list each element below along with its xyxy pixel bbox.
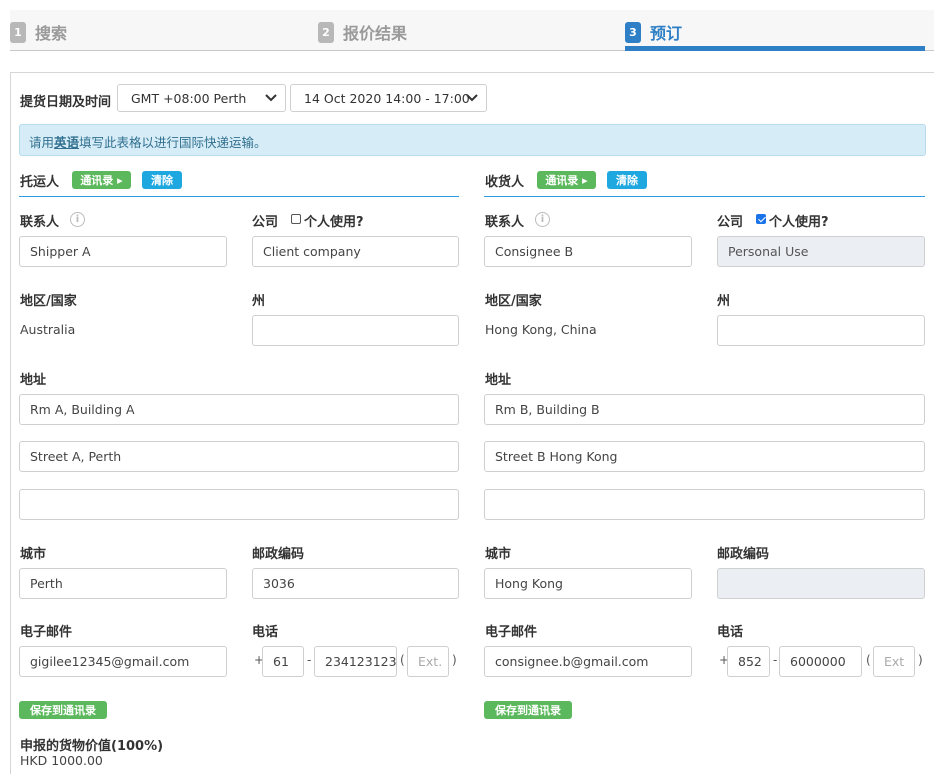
- shipper-address2-input[interactable]: Street A, Perth: [19, 441, 459, 472]
- shipper-contact-input[interactable]: Shipper A: [19, 236, 227, 267]
- progress-steps: 1 搜索 2 报价结果 3 预订: [10, 10, 934, 51]
- shipper-city-input[interactable]: Perth: [19, 568, 227, 599]
- shipper-company-label: 公司: [252, 215, 279, 230]
- shipper-contact-label: 联系人: [20, 215, 60, 230]
- shipper-address1-input[interactable]: Rm A, Building A: [19, 394, 459, 425]
- timezone-value: GMT +08:00 Perth: [131, 90, 247, 106]
- consignee-postal-label: 邮政编码: [717, 547, 770, 562]
- chevron-down-icon: [466, 94, 478, 102]
- shipper-phone-code-input[interactable]: 61: [262, 646, 304, 677]
- consignee-contact-input[interactable]: Consignee B: [484, 236, 692, 267]
- consignee-contact-label: 联系人: [485, 215, 525, 230]
- step-search[interactable]: 1 搜索: [10, 20, 67, 44]
- consignee-region-label: 地区/国家: [485, 294, 542, 309]
- declared-value-label: 申报的货物价值(100%): [20, 739, 164, 754]
- step-label: 搜索: [35, 24, 68, 43]
- consignee-address-label: 地址: [485, 373, 512, 388]
- step-number: 3: [625, 21, 641, 43]
- consignee-address3-input[interactable]: [484, 489, 925, 520]
- shipper-state-label: 州: [252, 294, 266, 309]
- pickup-datetime-select[interactable]: 14 Oct 2020 14:00 - 17:00: [290, 84, 487, 112]
- step-booking[interactable]: 3 预订: [625, 20, 682, 44]
- datetime-value: 14 Oct 2020 14:00 - 17:00: [304, 90, 470, 106]
- shipper-personal-checkbox[interactable]: [291, 214, 301, 224]
- shipper-phone-number-input[interactable]: 234123123: [314, 646, 397, 677]
- consignee-address2-input[interactable]: Street B Hong Kong: [484, 441, 925, 472]
- shipper-clear-button[interactable]: 清除: [142, 171, 182, 189]
- info-icon[interactable]: i: [70, 212, 85, 227]
- shipper-postal-label: 邮政编码: [252, 547, 305, 562]
- phone-dash: -: [307, 653, 312, 667]
- consignee-state-label: 州: [717, 294, 731, 309]
- shipper-save-contact-button[interactable]: 保存到通讯录: [19, 701, 107, 719]
- shipper-personal-label: 个人使用?: [304, 215, 364, 230]
- consignee-email-input[interactable]: consignee.b@gmail.com: [484, 646, 692, 677]
- step-label: 报价结果: [343, 24, 408, 43]
- shipper-region-label: 地区/国家: [20, 294, 77, 309]
- consignee-phone-code-input[interactable]: 852: [727, 646, 770, 677]
- step-number: 2: [318, 21, 334, 43]
- consignee-personal-label: 个人使用?: [769, 215, 829, 230]
- shipper-city-label: 城市: [20, 547, 47, 562]
- consignee-postal-input: [717, 568, 925, 599]
- active-step-indicator: [625, 46, 925, 51]
- consignee-save-contact-button[interactable]: 保存到通讯录: [484, 701, 572, 719]
- consignee-state-input[interactable]: [717, 315, 925, 346]
- info-icon[interactable]: i: [535, 212, 550, 227]
- consignee-city-input[interactable]: Hong Kong: [484, 568, 692, 599]
- booking-form: 提货日期及时间 GMT +08:00 Perth 14 Oct 2020 14:…: [10, 72, 934, 774]
- shipper-address3-input[interactable]: [19, 489, 459, 520]
- step-label: 预订: [650, 24, 683, 43]
- step-quote-results[interactable]: 2 报价结果: [318, 20, 407, 44]
- consignee-region-value: Hong Kong, China: [485, 322, 597, 337]
- ext-close-paren: ): [918, 653, 923, 667]
- declared-value: HKD 1000.00: [20, 753, 103, 768]
- shipper-email-label: 电子邮件: [20, 625, 73, 640]
- consignee-contacts-button[interactable]: 通讯录 ▸: [537, 171, 596, 189]
- shipper-state-input[interactable]: [252, 315, 459, 346]
- shipper-ext-input[interactable]: Ext.: [407, 646, 449, 677]
- consignee-phone-number-input[interactable]: 6000000: [779, 646, 862, 677]
- pickup-label: 提货日期及时间: [20, 95, 112, 110]
- shipper-region-value: Australia: [20, 322, 76, 337]
- consignee-divider: [484, 196, 925, 197]
- consignee-ext-input[interactable]: Ext: [873, 646, 915, 677]
- consignee-company-input: Personal Use: [717, 236, 925, 267]
- consignee-email-label: 电子邮件: [485, 625, 538, 640]
- notice-emphasis: 英语: [54, 135, 80, 150]
- step-number: 1: [10, 21, 26, 43]
- consignee-title: 收货人: [485, 175, 525, 190]
- shipper-phone-label: 电话: [252, 625, 279, 640]
- shipper-postal-input[interactable]: 3036: [252, 568, 459, 599]
- consignee-clear-button[interactable]: 清除: [607, 171, 647, 189]
- consignee-address1-input[interactable]: Rm B, Building B: [484, 394, 925, 425]
- ext-open-paren: (: [400, 653, 405, 667]
- timezone-select[interactable]: GMT +08:00 Perth: [117, 84, 286, 112]
- shipper-divider: [19, 196, 459, 197]
- ext-open-paren: (: [866, 653, 871, 667]
- english-notice: 请用英语填写此表格以进行国际快递运输。: [19, 124, 926, 156]
- shipper-title: 托运人: [20, 175, 60, 190]
- phone-dash: -: [773, 653, 778, 667]
- consignee-city-label: 城市: [485, 547, 512, 562]
- ext-close-paren: ): [452, 653, 457, 667]
- shipper-address-label: 地址: [20, 373, 47, 388]
- shipper-contacts-button[interactable]: 通讯录 ▸: [72, 171, 131, 189]
- consignee-phone-label: 电话: [717, 625, 744, 640]
- consignee-company-label: 公司: [717, 215, 744, 230]
- chevron-down-icon: [265, 94, 277, 102]
- consignee-personal-checkbox[interactable]: [756, 214, 766, 224]
- shipper-email-input[interactable]: gigilee12345@gmail.com: [19, 646, 227, 677]
- shipper-company-input[interactable]: Client company: [252, 236, 459, 267]
